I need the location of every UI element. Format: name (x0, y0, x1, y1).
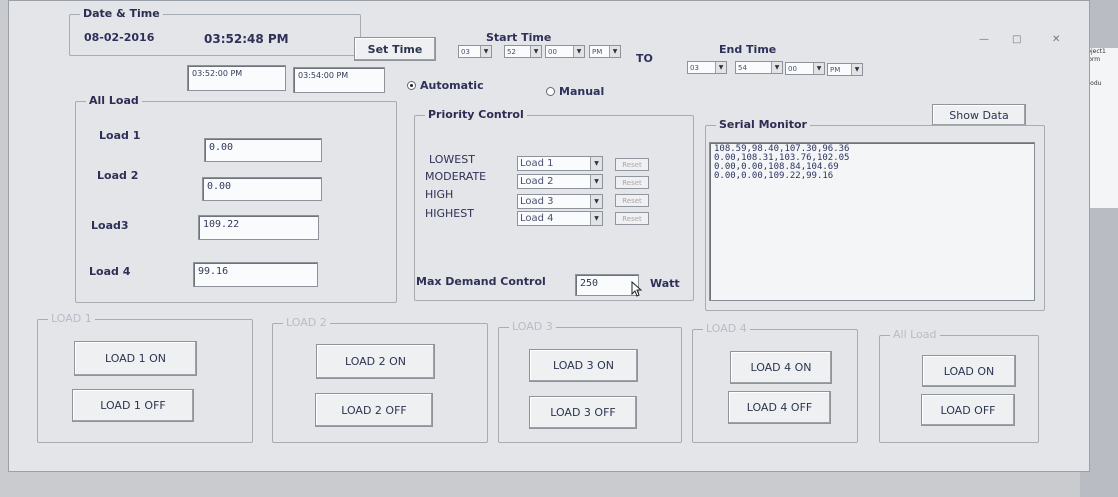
minimize-icon[interactable]: — (979, 34, 989, 45)
load-4-label: Load 4 (89, 265, 131, 278)
all-load-on-button[interactable]: LOAD ON (922, 355, 1016, 387)
load-1-value: 0.00 (204, 138, 322, 162)
priority-level-lowest: LOWEST (429, 153, 475, 166)
reset-high-button[interactable]: Reset (615, 194, 649, 207)
priority-moderate-select[interactable]: Load 2 ▼ (517, 174, 603, 189)
load-3-legend: LOAD 3 (509, 320, 556, 333)
end-ampm-select[interactable]: PM ▼ (827, 63, 863, 76)
reset-moderate-button[interactable]: Reset (615, 176, 649, 189)
main-window: — □ ✕ Date & Time 08-02-2016 03:52:48 PM… (8, 0, 1090, 472)
priority-highest-select[interactable]: Load 4 ▼ (517, 211, 603, 226)
load-1-legend: LOAD 1 (48, 312, 95, 325)
load-2-on-button[interactable]: LOAD 2 ON (316, 344, 435, 379)
chevron-down-icon: ▼ (813, 63, 824, 74)
start-ampm-select[interactable]: PM ▼ (589, 45, 621, 58)
chevron-down-icon: ▼ (851, 64, 862, 75)
chevron-down-icon: ▼ (590, 195, 602, 208)
chevron-down-icon: ▼ (771, 62, 782, 73)
load-3-label: Load3 (91, 219, 129, 232)
all-load-off-button[interactable]: LOAD OFF (921, 394, 1015, 426)
close-icon[interactable]: ✕ (1052, 34, 1060, 45)
from-time-field[interactable]: 03:52:00 PM (187, 65, 286, 91)
start-minute-select[interactable]: 52 ▼ (504, 45, 542, 58)
priority-level-high: HIGH (425, 188, 454, 201)
priority-level-highest: HIGHEST (425, 207, 474, 220)
set-time-button[interactable]: Set Time (354, 37, 436, 61)
load-1-control-group: LOAD 1 (37, 312, 253, 443)
load-2-legend: LOAD 2 (283, 316, 330, 329)
show-data-button[interactable]: Show Data (932, 104, 1026, 126)
chevron-down-icon: ▼ (590, 175, 602, 188)
chevron-down-icon: ▼ (590, 212, 602, 225)
to-time-field[interactable]: 03:54:00 PM (293, 67, 385, 93)
all-load-control-legend: All Load (890, 328, 940, 341)
load-1-label: Load 1 (99, 129, 141, 142)
priority-level-moderate: MODERATE (425, 170, 487, 183)
automatic-radio[interactable]: Automatic (407, 79, 484, 92)
start-second-select[interactable]: 00 ▼ (545, 45, 585, 58)
load-4-off-button[interactable]: LOAD 4 OFF (728, 391, 831, 424)
chevron-down-icon: ▼ (573, 46, 584, 57)
max-demand-unit: Watt (650, 277, 680, 290)
maximize-icon[interactable]: □ (1012, 34, 1021, 45)
load-3-value: 109.22 (198, 215, 319, 240)
load-2-value: 0.00 (202, 177, 322, 201)
serial-output-box[interactable]: 108.59,98.40,107.30,96.36 0.00,108.31,10… (709, 142, 1035, 301)
priority-high-select[interactable]: Load 3 ▼ (517, 194, 603, 209)
current-date: 08-02-2016 (84, 31, 155, 44)
all-load-control-group: All Load (879, 328, 1039, 443)
cursor-pointer-icon (631, 280, 643, 300)
all-load-legend: All Load (86, 94, 142, 107)
reset-highest-button[interactable]: Reset (615, 212, 649, 225)
reset-lowest-button[interactable]: Reset (615, 158, 649, 171)
date-time-legend: Date & Time (80, 7, 163, 20)
end-second-select[interactable]: 00 ▼ (785, 62, 825, 75)
load-1-off-button[interactable]: LOAD 1 OFF (72, 389, 194, 422)
load-4-value: 99.16 (193, 262, 318, 287)
max-demand-input[interactable]: 250 (575, 274, 639, 296)
chevron-down-icon: ▼ (530, 46, 541, 57)
current-time: 03:52:48 PM (204, 32, 289, 46)
load-1-on-button[interactable]: LOAD 1 ON (74, 341, 197, 376)
serial-monitor-legend: Serial Monitor (716, 118, 810, 131)
load-4-on-button[interactable]: LOAD 4 ON (730, 351, 832, 384)
end-time-label: End Time (719, 43, 777, 56)
start-hour-select[interactable]: 03 ▼ (458, 45, 492, 58)
serial-line: 0.00,0.00,109.22,99.16 (714, 171, 834, 181)
to-label: TO (636, 52, 653, 65)
load-3-off-button[interactable]: LOAD 3 OFF (529, 396, 637, 429)
max-demand-label: Max Demand Control (416, 275, 546, 288)
load-2-label: Load 2 (97, 169, 139, 182)
priority-lowest-select[interactable]: Load 1 ▼ (517, 156, 603, 171)
load-4-control-group: LOAD 4 (692, 322, 858, 443)
chevron-down-icon: ▼ (715, 62, 726, 73)
chevron-down-icon: ▼ (590, 157, 602, 170)
radio-empty-icon (546, 87, 555, 96)
load-4-legend: LOAD 4 (703, 322, 750, 335)
load-2-off-button[interactable]: LOAD 2 OFF (315, 393, 433, 427)
chevron-down-icon: ▼ (609, 46, 620, 57)
chevron-down-icon: ▼ (480, 46, 491, 57)
end-hour-select[interactable]: 03 ▼ (687, 61, 727, 74)
load-3-on-button[interactable]: LOAD 3 ON (529, 349, 638, 382)
priority-control-legend: Priority Control (425, 108, 527, 121)
radio-selected-icon (407, 81, 416, 90)
manual-radio[interactable]: Manual (546, 85, 604, 98)
start-time-label: Start Time (486, 31, 552, 44)
end-minute-select[interactable]: 54 ▼ (735, 61, 783, 74)
